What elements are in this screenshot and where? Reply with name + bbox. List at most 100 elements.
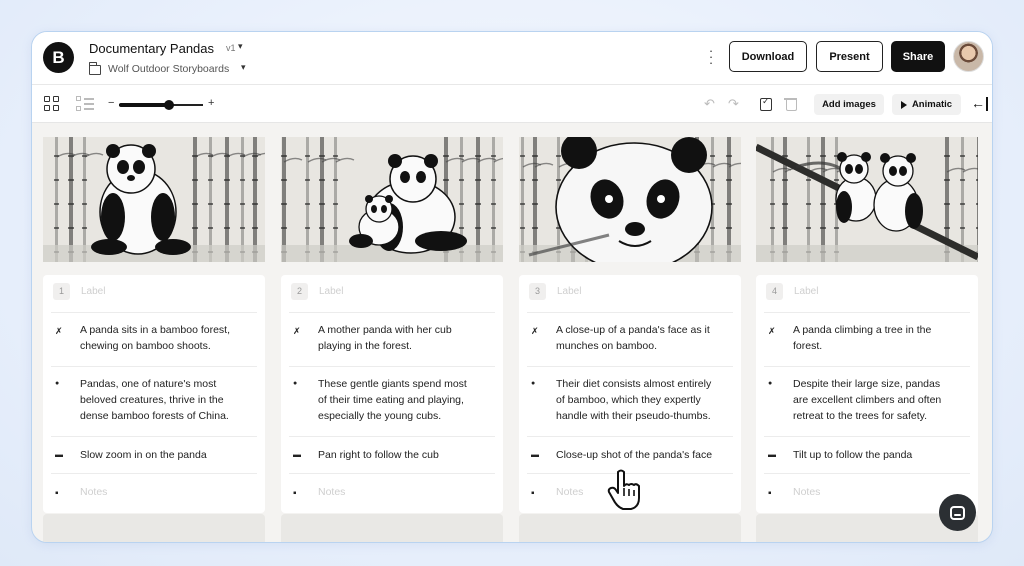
dialogue-line: retreat to the trees for safety.: [793, 410, 928, 422]
label-row[interactable]: 1 Label: [51, 275, 257, 313]
frame-label-input[interactable]: Label: [794, 286, 818, 297]
frame-image[interactable]: [43, 137, 265, 262]
camera-row[interactable]: ▬ Tilt up to follow the panda: [764, 437, 970, 474]
toolbar: − + ↶ ↷ Add images Animatic ←: [32, 85, 992, 123]
zoom-slider-handle[interactable]: [164, 100, 175, 110]
action-text[interactable]: A panda sits in a bamboo forest, chewing …: [80, 322, 230, 354]
dialogue-text[interactable]: These gentle giants spend most of their t…: [318, 376, 467, 424]
trash-icon[interactable]: [784, 97, 797, 111]
dialogue-line: Their diet consists almost entirely: [556, 378, 712, 390]
header-bar: B Documentary Pandas v1 ▾ Wolf Outdoor S…: [32, 32, 992, 85]
notes-row[interactable]: ▪ Notes: [289, 474, 495, 513]
notes-input[interactable]: Notes: [318, 484, 345, 500]
action-line: A panda sits in a bamboo forest,: [80, 324, 231, 336]
notes-input[interactable]: Notes: [556, 484, 583, 500]
frame-label-input[interactable]: Label: [557, 286, 581, 297]
label-row[interactable]: 2 Label: [289, 275, 495, 313]
chevron-down-icon: ▾: [241, 62, 246, 72]
camera-direction-text[interactable]: Pan right to follow the cub: [318, 447, 439, 463]
dialogue-text[interactable]: Despite their large size, pandas are exce…: [793, 376, 941, 424]
chevron-down-icon[interactable]: ▾: [238, 41, 243, 52]
camera-direction-text[interactable]: Close-up shot of the panda's face: [556, 447, 712, 463]
action-row[interactable]: ✗ A panda sits in a bamboo forest, chewing…: [51, 313, 257, 367]
notes-input[interactable]: Notes: [80, 484, 107, 500]
running-figure-icon: ✗: [55, 326, 63, 336]
version-label[interactable]: v1: [226, 43, 236, 53]
notepad-icon: ▪: [768, 488, 772, 499]
notes-row[interactable]: ▪ Notes: [51, 474, 257, 513]
camera-direction-text[interactable]: Slow zoom in on the panda: [80, 447, 207, 463]
action-line: playing in the forest.: [318, 340, 412, 352]
share-button[interactable]: Share: [891, 41, 945, 72]
animatic-button[interactable]: Animatic: [892, 94, 961, 115]
redo-icon[interactable]: ↷: [728, 96, 739, 112]
camera-row[interactable]: ▬ Pan right to follow the cub: [289, 437, 495, 474]
video-camera-icon: ▬: [768, 450, 776, 459]
folder-icon: [89, 62, 101, 75]
undo-icon[interactable]: ↶: [704, 96, 715, 112]
action-text[interactable]: A panda climbing a tree in the forest.: [793, 322, 931, 354]
select-frames-icon[interactable]: [760, 96, 772, 111]
frame-number-badge: 4: [766, 283, 783, 300]
download-button[interactable]: Download: [729, 41, 807, 72]
zoom-out-button[interactable]: −: [108, 97, 114, 109]
zoom-in-button[interactable]: +: [208, 97, 214, 109]
app-logo[interactable]: B: [43, 42, 74, 73]
dialogue-row[interactable]: ● Their diet consists almost entirely of b…: [527, 367, 733, 437]
action-row[interactable]: ✗ A close-up of a panda's face as it munch…: [527, 313, 733, 367]
action-line: A mother panda with her cub: [318, 324, 452, 336]
frame-image[interactable]: [756, 137, 978, 262]
dialogue-row[interactable]: ● These gentle giants spend most of their …: [289, 367, 495, 437]
camera-row[interactable]: ▬ Slow zoom in on the panda: [51, 437, 257, 474]
document-title[interactable]: Documentary Pandas: [89, 41, 214, 56]
chat-support-button[interactable]: [939, 494, 976, 531]
dialogue-line: beloved creatures, thrive in the: [80, 394, 224, 406]
frame-card: 4 Label ✗ A panda climbing a tree in the for…: [756, 275, 978, 513]
kebab-icon[interactable]: · · ·: [707, 44, 715, 69]
action-text[interactable]: A close-up of a panda's face as it munche…: [556, 322, 710, 354]
next-row-frame: [281, 514, 503, 542]
label-row[interactable]: 4 Label: [764, 275, 970, 313]
frame-image[interactable]: [519, 137, 741, 262]
frame-number-badge: 2: [291, 283, 308, 300]
action-row[interactable]: ✗ A panda climbing a tree in the forest.: [764, 313, 970, 367]
add-images-button[interactable]: Add images: [814, 94, 884, 115]
frame-number-badge: 1: [53, 283, 70, 300]
label-row[interactable]: 3 Label: [527, 275, 733, 313]
notes-input[interactable]: Notes: [793, 484, 820, 500]
avatar[interactable]: [953, 41, 984, 72]
dialogue-row[interactable]: ● Pandas, one of nature's most beloved cre…: [51, 367, 257, 437]
dialogue-line: These gentle giants spend most: [318, 378, 467, 390]
folder-name: Wolf Outdoor Storyboards: [108, 63, 230, 75]
video-camera-icon: ▬: [55, 450, 63, 459]
action-line: munches on bamboo.: [556, 340, 657, 352]
camera-direction-text[interactable]: Tilt up to follow the panda: [793, 447, 912, 463]
frame-image[interactable]: [281, 137, 503, 262]
frame-card: 2 Label ✗ A mother panda with her cub playin…: [281, 275, 503, 513]
grid-view-icon[interactable]: [44, 96, 60, 112]
frame-label-input[interactable]: Label: [319, 286, 343, 297]
dialogue-text[interactable]: Their diet consists almost entirely of ba…: [556, 376, 711, 424]
action-text[interactable]: A mother panda with her cub playing in th…: [318, 322, 452, 354]
storyboard-grid: 1 Label ✗ A panda sits in a bamboo forest, c…: [32, 123, 992, 542]
video-camera-icon: ▬: [531, 450, 539, 459]
next-row-frame: [519, 514, 741, 542]
dialogue-line: of bamboo, which they expertly: [556, 394, 701, 406]
frame-label-input[interactable]: Label: [81, 286, 105, 297]
present-button[interactable]: Present: [816, 41, 883, 72]
notepad-icon: ▪: [55, 488, 59, 499]
collapse-panel-icon[interactable]: ←: [971, 95, 988, 111]
dialogue-text[interactable]: Pandas, one of nature's most beloved crea…: [80, 376, 229, 424]
dialogue-line: handle with their pseudo-thumbs.: [556, 410, 711, 422]
action-row[interactable]: ✗ A mother panda with her cub playing in t…: [289, 313, 495, 367]
dialogue-row[interactable]: ● Despite their large size, pandas are exc…: [764, 367, 970, 437]
microphone-icon: ●: [293, 380, 298, 387]
dialogue-line: Despite their large size, pandas: [793, 378, 941, 390]
running-figure-icon: ✗: [768, 326, 776, 336]
zoom-slider-fill: [119, 103, 170, 107]
hand-cursor-icon: [607, 469, 640, 510]
next-row-frame: [43, 514, 265, 542]
dialogue-line: of their time eating and playing,: [318, 394, 464, 406]
list-view-icon[interactable]: [76, 96, 94, 112]
zoom-slider[interactable]: [119, 100, 203, 110]
